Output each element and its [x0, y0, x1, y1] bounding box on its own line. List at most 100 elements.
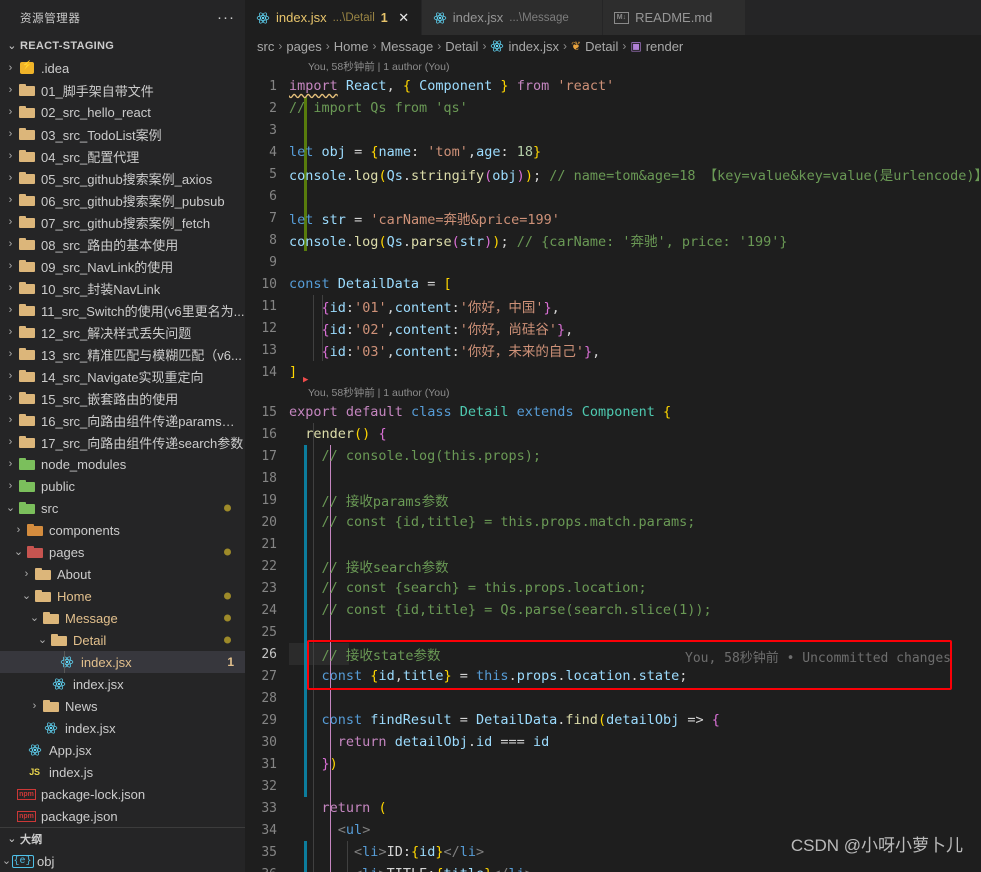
explorer-more-actions-icon[interactable]: ··· — [217, 10, 235, 25]
code-line[interactable]: 4 let obj = {name: 'tom',age: 18} — [245, 141, 981, 163]
chevron-right-icon[interactable]: › — [4, 79, 17, 101]
code-line[interactable]: 8 console.log(Qs.parse(str)); // {carName… — [245, 229, 981, 251]
code-line[interactable]: 7 let str = 'carName=奔驰&price=199' — [245, 207, 981, 229]
code-line[interactable]: 25 — [245, 621, 981, 643]
chevron-right-icon[interactable]: › — [4, 387, 17, 409]
chevron-right-icon[interactable]: › — [4, 409, 17, 431]
file-tree-item[interactable]: › public — [0, 475, 245, 497]
file-tree-item[interactable]: › About — [0, 563, 245, 585]
code-content[interactable]: 1 import React, { Component } from 'react… — [245, 57, 981, 872]
chevron-down-icon[interactable]: ⌄ — [28, 607, 41, 629]
code-line[interactable]: 3 — [245, 119, 981, 141]
code-line[interactable]: 6 — [245, 185, 981, 207]
chevron-right-icon[interactable]: › — [4, 57, 17, 79]
file-tree-item[interactable]: › node_modules — [0, 453, 245, 475]
code-line[interactable]: 30 return detailObj.id === id — [245, 731, 981, 753]
code-line[interactable]: 2 // import Qs from 'qs' — [245, 97, 981, 119]
chevron-right-icon[interactable]: › — [4, 299, 17, 321]
file-tree-item[interactable]: › 15_src_嵌套路由的使用 — [0, 387, 245, 409]
chevron-right-icon[interactable]: › — [4, 431, 17, 453]
code-line[interactable]: 14] — [245, 361, 981, 383]
file-tree-item[interactable]: › 12_src_解决样式丢失问题 — [0, 321, 245, 343]
chevron-down-icon[interactable]: ⌄ — [20, 585, 33, 607]
chevron-right-icon[interactable]: › — [4, 277, 17, 299]
code-line[interactable]: 28 — [245, 687, 981, 709]
chevron-right-icon[interactable]: › — [20, 563, 33, 585]
chevron-down-icon[interactable]: ⌄ — [4, 35, 20, 57]
file-tree-item[interactable]: › 07_src_github搜索案例_fetch — [0, 211, 245, 233]
file-tree-item[interactable]: › 16_src_向路由组件传递params参数 — [0, 409, 245, 431]
file-tree-item[interactable]: › 17_src_向路由组件传递search参数 — [0, 431, 245, 453]
code-line[interactable]: 1 import React, { Component } from 'react… — [245, 75, 981, 97]
breadcrumb-item[interactable]: pages — [286, 39, 321, 54]
file-tree-item[interactable]: ⌄ src — [0, 497, 245, 519]
file-tree-item[interactable]: App.jsx — [0, 739, 245, 761]
code-line[interactable]: 29 const findResult = DetailData.find(de… — [245, 709, 981, 731]
chevron-right-icon[interactable]: › — [12, 519, 25, 541]
editor-tab[interactable]: M↓README.md✕ — [602, 0, 747, 35]
file-tree-item[interactable]: › 05_src_github搜索案例_axios — [0, 167, 245, 189]
code-line[interactable]: 16 render() { — [245, 423, 981, 445]
code-line[interactable]: 15 export default class Detail extends Co… — [245, 401, 981, 423]
file-tree-item[interactable]: › 10_src_封装NavLink — [0, 277, 245, 299]
chevron-down-icon[interactable]: ⌄ — [12, 541, 25, 563]
code-editor[interactable]: 1 import React, { Component } from 'react… — [245, 57, 981, 872]
file-tree-item[interactable]: › .idea — [0, 57, 245, 79]
file-tree-item[interactable]: › 01_脚手架自带文件 — [0, 79, 245, 101]
code-line[interactable]: 20 // const {id,title} = this.props.matc… — [245, 511, 981, 533]
breadcrumb-item[interactable]: Detail — [445, 39, 478, 54]
chevron-right-icon[interactable]: › — [4, 475, 17, 497]
file-tree-item[interactable]: › 06_src_github搜索案例_pubsub — [0, 189, 245, 211]
chevron-right-icon[interactable]: › — [4, 211, 17, 233]
close-icon[interactable]: ✕ — [397, 10, 411, 26]
chevron-right-icon[interactable]: › — [4, 453, 17, 475]
code-line[interactable]: 33 return ( — [245, 797, 981, 819]
breadcrumb-item[interactable]: ❦ Detail — [571, 39, 618, 54]
file-tree-item[interactable]: › 09_src_NavLink的使用 — [0, 255, 245, 277]
file-tree-item[interactable]: ⌄ pages — [0, 541, 245, 563]
chevron-right-icon[interactable]: › — [4, 189, 17, 211]
file-tree-item[interactable]: › 08_src_路由的基本使用 — [0, 233, 245, 255]
code-line[interactable]: 27 const {id,title} = this.props.locatio… — [245, 665, 981, 687]
code-line[interactable]: 18 — [245, 467, 981, 489]
breadcrumb-item[interactable]: Home — [334, 39, 369, 54]
code-line[interactable]: 32 — [245, 775, 981, 797]
file-tree-item[interactable]: npm package.json — [0, 805, 245, 827]
code-line[interactable]: 24 // const {id,title} = Qs.parse(search… — [245, 599, 981, 621]
outline-section-header[interactable]: ⌄ 大纲 — [0, 828, 245, 850]
code-line[interactable]: 35 <li>ID:{id}</li> — [245, 841, 981, 863]
chevron-down-icon[interactable]: ⌄ — [4, 828, 20, 850]
breadcrumb-item[interactable]: src — [257, 39, 274, 54]
code-line[interactable]: 17 // console.log(this.props); — [245, 445, 981, 467]
code-line[interactable]: 36 <li>TITLE:{title}</li> — [245, 863, 981, 872]
chevron-right-icon[interactable]: › — [4, 255, 17, 277]
file-tree-item[interactable]: ⌄ Detail — [0, 629, 245, 651]
file-tree-item[interactable]: index.jsx — [0, 673, 245, 695]
chevron-right-icon[interactable]: › — [4, 101, 17, 123]
file-tree-item[interactable]: › components — [0, 519, 245, 541]
file-tree-item[interactable]: npm package-lock.json — [0, 783, 245, 805]
chevron-right-icon[interactable]: › — [4, 167, 17, 189]
file-tree-item[interactable]: index.jsx — [0, 717, 245, 739]
outline-item[interactable]: ⌄ {e} obj — [0, 850, 245, 872]
chevron-right-icon[interactable]: › — [4, 343, 17, 365]
code-line[interactable]: 11 {id:'01',content:'你好，中国'}, — [245, 295, 981, 317]
code-line[interactable]: 5 console.log(Qs.stringify(obj)); // name… — [245, 163, 981, 185]
code-line[interactable]: 34 <ul> — [245, 819, 981, 841]
code-line[interactable]: 9 — [245, 251, 981, 273]
file-tree-item[interactable]: JS index.js — [0, 761, 245, 783]
editor-tab[interactable]: index.jsx...\Message✕ — [421, 0, 603, 35]
file-tree-item[interactable]: › 04_src_配置代理 — [0, 145, 245, 167]
file-tree-item[interactable]: › 11_src_Switch的使用(v6里更名为... — [0, 299, 245, 321]
chevron-right-icon[interactable]: › — [4, 145, 17, 167]
file-tree-item[interactable]: › News — [0, 695, 245, 717]
breadcrumb-item[interactable]: index.jsx — [490, 39, 559, 54]
chevron-right-icon[interactable]: › — [4, 123, 17, 145]
code-line[interactable]: 10 const DetailData = [ — [245, 273, 981, 295]
breadcrumb-item[interactable]: ▣ render — [630, 39, 683, 54]
file-tree-item[interactable]: ⌄ Message — [0, 607, 245, 629]
code-line[interactable]: 23 // const {search} = this.props.locati… — [245, 577, 981, 599]
file-tree-item-selected[interactable]: index.jsx 1 — [0, 651, 245, 673]
code-line[interactable]: 13 {id:'03',content:'你好，未来的自己'}, — [245, 339, 981, 361]
file-tree-item[interactable]: › 14_src_Navigate实现重定向 — [0, 365, 245, 387]
